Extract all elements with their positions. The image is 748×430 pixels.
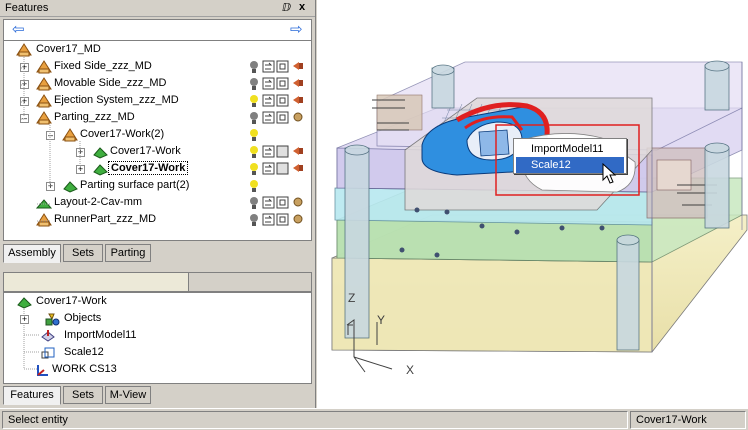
tabs-top: Assembly Sets Parting xyxy=(3,244,312,264)
tree-item-label: Parting surface part(2) xyxy=(80,179,190,191)
assembly-icon xyxy=(36,60,52,74)
close-icon[interactable]: x xyxy=(299,1,305,13)
feature-root[interactable]: Cover17-Work xyxy=(16,294,216,311)
panel-title: Features xyxy=(5,2,49,14)
feature-item-label: WORK CS13 xyxy=(52,363,117,375)
forward-arrow-icon[interactable]: ⇨ xyxy=(290,22,303,37)
tree-item-label-selected: Cover17-Work xyxy=(108,161,189,175)
status-message: Select entity xyxy=(2,411,628,429)
tab-assembly[interactable]: Assembly xyxy=(3,244,61,263)
import-icon xyxy=(41,330,55,342)
feature-item-workcs[interactable]: WORK CS13 xyxy=(34,362,234,379)
panel-titlebar: Features ⅅ x xyxy=(0,0,315,17)
assembly-tree: Cover17_MD + Fixed Side_zzz_MD + Movable… xyxy=(3,41,312,241)
back-arrow-icon[interactable]: ⇦ xyxy=(12,22,25,37)
tree-item-label: Layout-2-Cav-mm xyxy=(54,196,143,208)
pin-icon[interactable]: ⅅ xyxy=(282,1,291,14)
tree-item-label: Cover17-Work xyxy=(110,145,181,157)
assembly-icon xyxy=(36,94,52,108)
tree-item-label: Movable Side_zzz_MD xyxy=(54,77,167,89)
collapse-icon[interactable]: – xyxy=(46,131,55,140)
axis-z-label: Z xyxy=(348,291,356,305)
coordinate-system-icon xyxy=(37,365,48,376)
feature-item-label: Scale12 xyxy=(64,346,104,358)
axis-y-label: Y xyxy=(377,313,386,327)
tab-features[interactable]: Features xyxy=(3,386,61,405)
tree-item-label: Cover17-Work(2) xyxy=(80,128,165,140)
tree-item-label: Cover17_MD xyxy=(36,43,101,55)
collapse-icon[interactable]: – xyxy=(20,114,29,123)
assembly-icon xyxy=(16,43,32,57)
part-icon xyxy=(93,147,108,159)
tree-root[interactable]: Cover17_MD xyxy=(16,42,216,59)
property-header xyxy=(3,272,312,292)
surface-icon xyxy=(63,181,78,193)
assembly-icon xyxy=(36,213,52,227)
expand-icon[interactable]: + xyxy=(20,80,29,89)
expand-icon[interactable]: + xyxy=(76,165,85,174)
part-icon xyxy=(93,164,108,176)
tab-m-view[interactable]: M-View xyxy=(105,386,151,404)
part-icon xyxy=(17,297,32,309)
status-icons xyxy=(250,60,303,226)
feature-root-label: Cover17-Work xyxy=(36,295,107,307)
tab-sets-bottom[interactable]: Sets xyxy=(63,386,103,404)
layout-icon xyxy=(36,199,52,209)
expand-icon[interactable]: + xyxy=(76,148,85,157)
feature-item-scale[interactable]: Scale12 xyxy=(40,345,240,362)
expand-icon[interactable]: + xyxy=(20,97,29,106)
tree-item-label: Fixed Side_zzz_MD xyxy=(54,60,152,72)
status-active-part: Cover17-Work xyxy=(630,411,746,429)
property-column xyxy=(4,273,189,291)
feature-item-label: ImportModel11 xyxy=(64,329,137,341)
menu-item-importmodel[interactable]: ImportModel11 xyxy=(516,141,624,157)
mold-model xyxy=(331,60,748,373)
tree-nav-bar: ⇦ ⇨ xyxy=(3,19,312,41)
tabs-bottom: Features Sets M-View xyxy=(3,386,312,406)
left-panel: Features ⅅ x ⇦ ⇨ Cover17_MD + Fixed Side… xyxy=(0,0,316,408)
assembly-icon xyxy=(36,77,52,91)
expand-icon[interactable]: + xyxy=(20,63,29,72)
mouse-cursor-icon xyxy=(602,163,617,184)
expand-icon[interactable]: + xyxy=(46,182,55,191)
feature-tree: Cover17-Work + Objects ImportModel11 Sca… xyxy=(3,292,312,384)
assembly-icon xyxy=(62,128,78,142)
objects-icon xyxy=(45,313,60,326)
tab-sets[interactable]: Sets xyxy=(63,244,103,262)
3d-viewport[interactable]: Z Y X xyxy=(317,0,748,408)
axis-x-label: X xyxy=(406,363,415,377)
tree-item-label: RunnerPart_zzz_MD xyxy=(54,213,157,225)
tree-item-label: Parting_zzz_MD xyxy=(54,111,135,123)
tab-parting[interactable]: Parting xyxy=(105,244,151,262)
tree-item-label: Ejection System_zzz_MD xyxy=(54,94,179,106)
feature-item-importmodel[interactable]: ImportModel11 xyxy=(40,328,240,345)
status-bar: Select entity Cover17-Work xyxy=(0,408,748,430)
assembly-icon xyxy=(36,111,52,125)
expand-icon[interactable]: + xyxy=(20,315,29,324)
feature-item-objects[interactable]: + Objects xyxy=(20,311,220,328)
feature-item-label: Objects xyxy=(64,312,102,324)
scale-icon xyxy=(41,347,55,359)
